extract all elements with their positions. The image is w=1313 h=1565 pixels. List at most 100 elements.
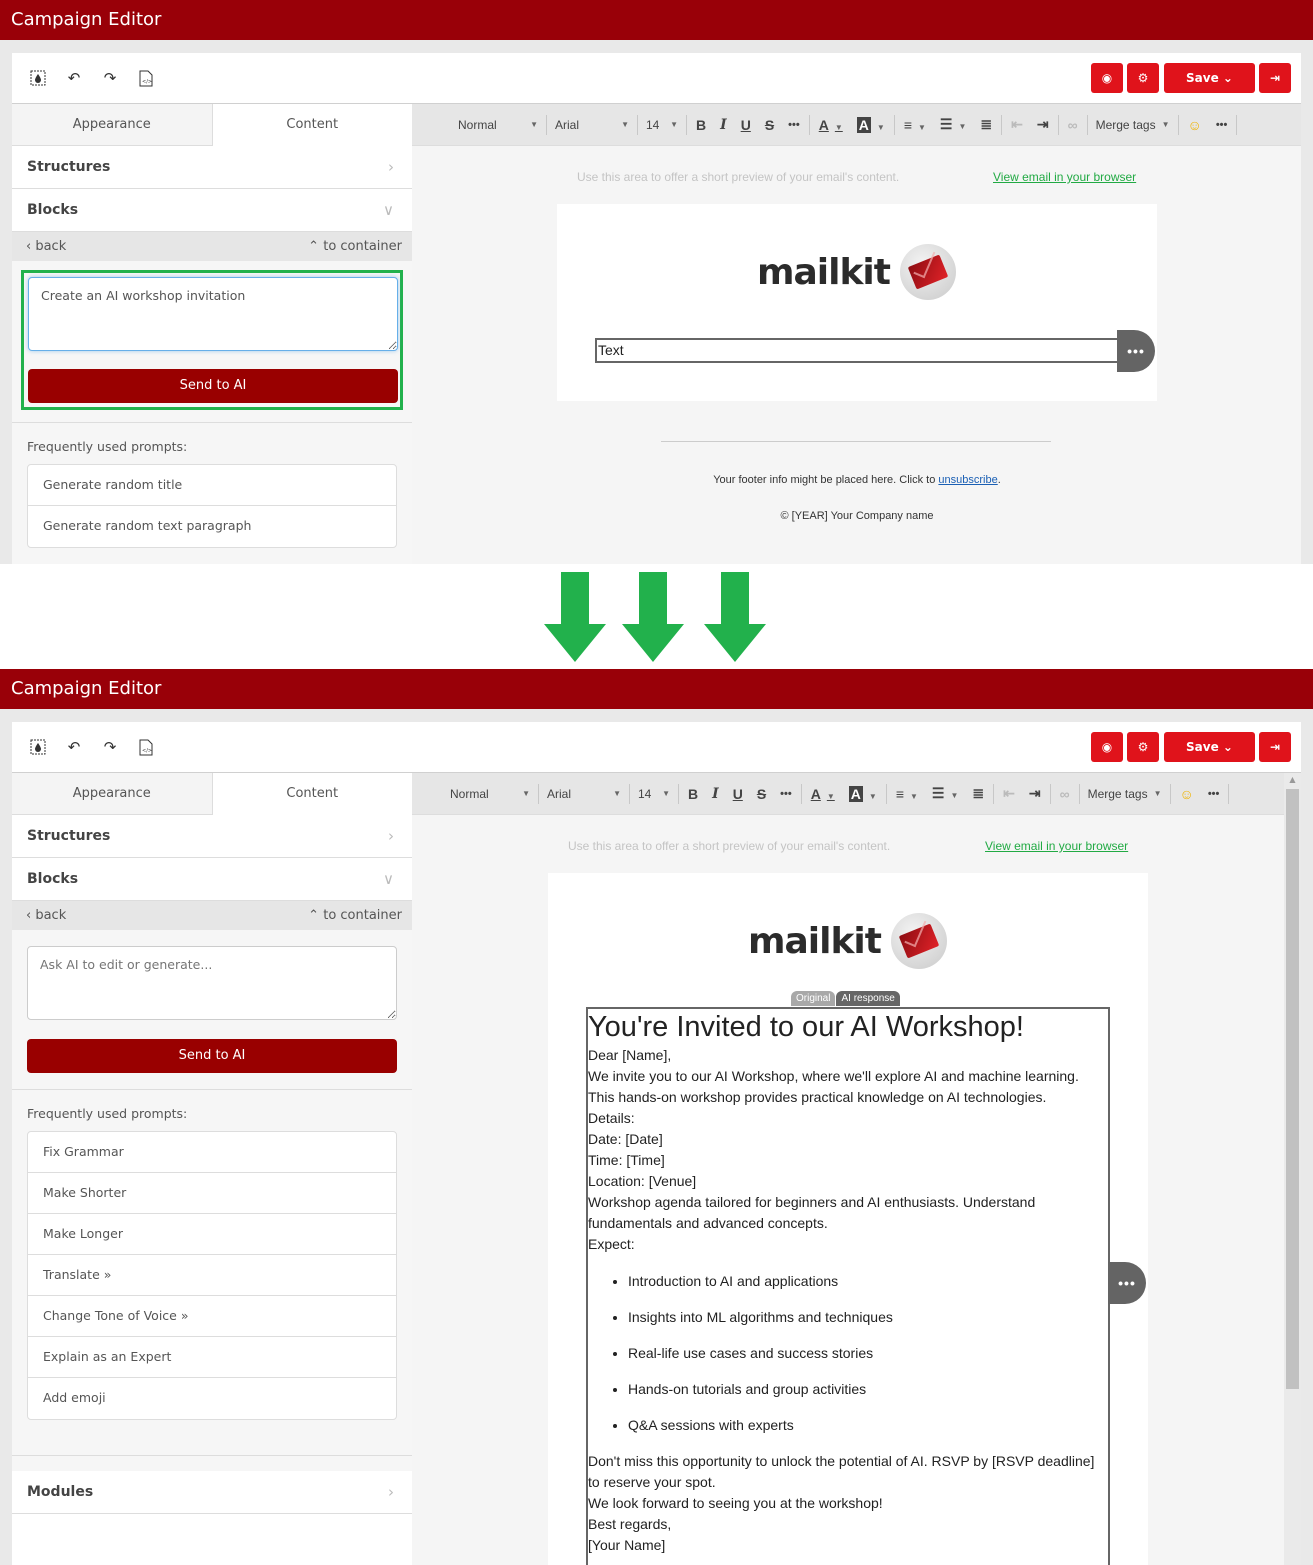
save-button[interactable]: Save ⌄ [1164,732,1255,762]
save-button[interactable]: Save ⌄ [1164,63,1255,93]
italic-button[interactable]: I [713,117,734,133]
prompt-add-emoji[interactable]: Add emoji [28,1378,396,1419]
ai-prompt-input[interactable] [27,946,397,1020]
more-formatting-button[interactable]: ••• [773,788,799,800]
block-more-button[interactable]: ••• [1117,330,1155,372]
line-height-icon[interactable]: ≣ [965,785,991,802]
canvas-scrollbar[interactable]: ▲ [1284,773,1301,1565]
background-color-icon[interactable]: A ▼ [850,116,892,133]
scrollbar-thumb[interactable] [1286,789,1299,1389]
tab-content[interactable]: Content [213,773,413,815]
indent-icon[interactable]: ⇥ [1030,116,1056,133]
outdent-icon[interactable]: ⇤ [1004,116,1030,133]
list-icon[interactable]: ☰ ▼ [925,785,965,802]
format-toolbar: Normal ▼ Arial ▼ 14 ▼ B I U S ••• A ▼ A ▼ ≡ ▼ … [412,104,1301,146]
view-in-browser-link[interactable]: View email in your browser [985,839,1128,853]
more-options-button[interactable]: ••• [1201,788,1227,800]
html-code-icon[interactable]: </> [135,67,157,89]
preview-button[interactable]: ◉ [1091,63,1123,93]
italic-button[interactable]: I [705,786,726,802]
redo-icon[interactable]: ↷ [99,67,121,89]
exit-button[interactable]: ⇥ [1259,63,1291,93]
back-button[interactable]: ‹ back [26,908,66,923]
chevron-right-icon: › [388,1483,394,1501]
background-fill-icon[interactable] [27,67,49,89]
exit-button[interactable]: ⇥ [1259,732,1291,762]
prompt-change-tone[interactable]: Change Tone of Voice » [28,1296,396,1337]
section-structures[interactable]: Structures › [12,146,412,189]
font-select[interactable]: Arial ▼ [541,783,627,805]
send-to-ai-button[interactable]: Send to AI [28,369,398,403]
strikethrough-button[interactable]: S [750,786,773,802]
redo-icon[interactable]: ↷ [99,736,121,758]
undo-icon[interactable]: ↶ [63,736,85,758]
style-select[interactable]: Normal ▼ [444,783,536,805]
prompt-item[interactable]: Generate random title [28,465,396,506]
size-select[interactable]: 14 ▼ [640,114,684,136]
merge-tags-select[interactable]: Merge tags ▼ [1090,114,1176,136]
ai-response-block[interactable]: You're Invited to our AI Workshop! Dear … [586,1007,1110,1565]
background-color-icon[interactable]: A ▼ [842,785,884,802]
section-structures[interactable]: Structures › [12,815,412,858]
merge-tags-select[interactable]: Merge tags ▼ [1082,783,1168,805]
outdent-icon[interactable]: ⇤ [996,785,1022,802]
toggle-original[interactable]: Original [791,991,836,1006]
preview-button[interactable]: ◉ [1091,732,1123,762]
preheader-text: Use this area to offer a short preview o… [577,170,900,184]
undo-icon[interactable]: ↶ [63,67,85,89]
link-icon[interactable]: ∞ [1053,786,1077,802]
tab-appearance[interactable]: Appearance [12,773,213,815]
indent-icon[interactable]: ⇥ [1022,785,1048,802]
view-in-browser-link[interactable]: View email in your browser [993,170,1136,184]
strikethrough-button[interactable]: S [758,117,781,133]
tab-content[interactable]: Content [213,104,413,146]
to-container-button[interactable]: ⌃ to container [308,239,402,254]
underline-button[interactable]: U [726,786,750,802]
ai-prompt-box: Send to AI [12,930,412,1090]
prompt-item[interactable]: Generate random text paragraph [28,506,396,547]
back-button[interactable]: ‹ back [26,239,66,254]
line-height-icon[interactable]: ≣ [973,116,999,133]
text-color-icon[interactable]: A ▼ [812,117,850,133]
section-blocks[interactable]: Blocks ∨ [12,189,412,232]
prompt-list: Generate random title Generate random te… [27,464,397,548]
caret-down-icon: ▼ [662,789,670,798]
text-block[interactable]: Text [595,338,1119,363]
list-icon[interactable]: ☰ ▼ [933,116,973,133]
emoji-icon[interactable]: ☺ [1173,786,1201,802]
tab-appearance[interactable]: Appearance [12,104,213,146]
bold-button[interactable]: B [689,117,713,133]
html-code-icon[interactable]: </> [135,736,157,758]
style-select[interactable]: Normal ▼ [452,114,544,136]
font-select[interactable]: Arial ▼ [549,114,635,136]
unsubscribe-link[interactable]: unsubscribe [938,474,997,486]
section-blocks[interactable]: Blocks ∨ [12,858,412,901]
to-container-button[interactable]: ⌃ to container [308,908,402,923]
sidebar-tabs: Appearance Content [12,104,412,146]
prompt-make-shorter[interactable]: Make Shorter [28,1173,396,1214]
prompt-translate[interactable]: Translate » [28,1255,396,1296]
ai-prompt-input[interactable]: Create an AI workshop invitation [28,277,398,351]
bold-button[interactable]: B [681,786,705,802]
scroll-up-icon[interactable]: ▲ [1284,773,1301,787]
align-icon[interactable]: ≡ ▼ [889,786,925,802]
prompt-make-longer[interactable]: Make Longer [28,1214,396,1255]
more-formatting-button[interactable]: ••• [781,119,807,131]
background-fill-icon[interactable] [27,736,49,758]
send-to-ai-button[interactable]: Send to AI [27,1039,397,1073]
block-more-button[interactable]: ••• [1108,1262,1146,1304]
more-options-button[interactable]: ••• [1209,119,1235,131]
link-icon[interactable]: ∞ [1061,117,1085,133]
settings-button[interactable]: ⚙ [1127,732,1159,762]
underline-button[interactable]: U [734,117,758,133]
settings-button[interactable]: ⚙ [1127,63,1159,93]
prompt-fix-grammar[interactable]: Fix Grammar [28,1132,396,1173]
svg-text:</>: </> [142,79,152,85]
size-select[interactable]: 14 ▼ [632,783,676,805]
align-icon[interactable]: ≡ ▼ [897,117,933,133]
text-color-icon[interactable]: A ▼ [804,786,842,802]
section-modules[interactable]: Modules › [12,1471,412,1514]
toggle-ai-response[interactable]: AI response [836,991,900,1006]
prompt-explain-expert[interactable]: Explain as an Expert [28,1337,396,1378]
emoji-icon[interactable]: ☺ [1181,117,1209,133]
